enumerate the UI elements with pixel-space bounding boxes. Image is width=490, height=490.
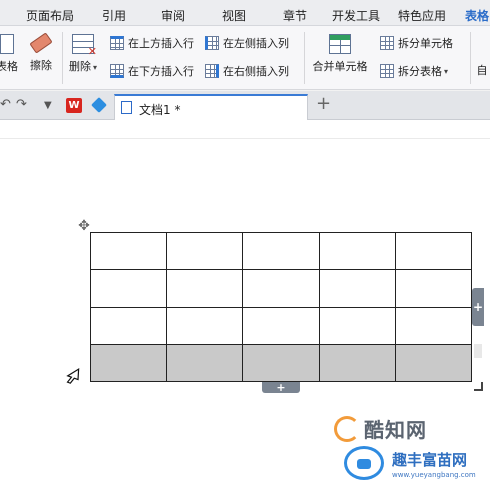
insert-row-above-label: 在上方插入行 xyxy=(128,37,194,50)
merge-cells-button[interactable]: 合并单元格 xyxy=(308,34,372,74)
watermark-site: 趣丰富苗网 www.yueyangbang.com xyxy=(344,446,476,480)
table-cell[interactable] xyxy=(394,306,473,345)
redo-icon[interactable]: ↷ xyxy=(16,97,27,112)
table-row xyxy=(89,269,473,308)
watermark-url: www.yueyangbang.com xyxy=(392,471,476,479)
table-cell[interactable] xyxy=(242,269,320,308)
table-cell[interactable] xyxy=(242,306,320,345)
add-column-button[interactable]: + xyxy=(472,288,484,326)
tab-table[interactable]: 表格 xyxy=(465,7,489,24)
ribbon-separator xyxy=(304,32,305,84)
add-row-button[interactable]: + xyxy=(262,382,300,393)
chevron-down-icon: ▾ xyxy=(444,66,449,76)
merge-cells-icon xyxy=(329,34,351,54)
insert-column-right-icon xyxy=(205,64,219,78)
autofit-label: 自 xyxy=(476,64,488,77)
table-cell[interactable] xyxy=(394,269,473,308)
table-cell[interactable] xyxy=(242,231,320,271)
insert-column-left-label: 在左侧插入列 xyxy=(223,37,289,50)
app-center-icon[interactable] xyxy=(91,97,107,113)
insert-column-left-button[interactable]: 在左侧插入列 xyxy=(205,35,289,51)
table-cell[interactable] xyxy=(166,306,244,345)
document-tab[interactable]: 文档1 * xyxy=(114,94,308,120)
table-edge-marker xyxy=(474,344,482,358)
kuzhi-logo-icon xyxy=(334,415,360,442)
split-table-label: 拆分表格 xyxy=(398,65,442,78)
table-cell-selected[interactable] xyxy=(394,343,473,383)
wps-logo-icon[interactable]: W xyxy=(66,98,82,113)
delete-label: 删除 xyxy=(68,60,91,73)
delete-button[interactable]: ✕ 删除 ▾ xyxy=(64,34,102,74)
table-cell[interactable] xyxy=(318,306,396,345)
ribbon-separator xyxy=(470,32,471,84)
table-cell-selected[interactable] xyxy=(166,343,244,383)
tab-page-layout[interactable]: 页面布局 xyxy=(26,7,74,24)
insert-column-right-button[interactable]: 在右侧插入列 xyxy=(205,63,289,79)
erase-button[interactable]: 擦除 xyxy=(26,32,56,73)
tab-chapter[interactable]: 章节 xyxy=(283,7,307,24)
quick-access-menu-icon[interactable]: ▼ xyxy=(44,100,52,111)
table-cell[interactable] xyxy=(166,231,244,271)
new-tab-button[interactable]: + xyxy=(316,93,331,114)
tab-view[interactable]: 视图 xyxy=(222,7,246,24)
watermark-kuzhi: 酷知网 xyxy=(334,414,427,443)
insert-row-above-icon xyxy=(110,36,124,50)
tab-references[interactable]: 引用 xyxy=(102,7,126,24)
tab-developer[interactable]: 开发工具 xyxy=(332,7,380,24)
tab-review[interactable]: 审阅 xyxy=(161,7,185,24)
document-table[interactable] xyxy=(89,231,473,383)
menu-bar: 页面布局 引用 审阅 视图 章节 开发工具 特色应用 表格 xyxy=(0,0,490,26)
document-tab-title: 文档1 * xyxy=(139,103,181,117)
table-cell[interactable] xyxy=(394,231,473,271)
tab-special-apps[interactable]: 特色应用 xyxy=(398,7,446,24)
site-logo-icon xyxy=(344,446,384,480)
draw-table-button[interactable]: 表格 xyxy=(0,34,22,74)
insert-row-below-label: 在下方插入行 xyxy=(128,65,194,78)
draw-table-label: 表格 xyxy=(0,60,18,73)
table-resize-handle-icon[interactable] xyxy=(474,382,483,391)
split-cells-label: 拆分单元格 xyxy=(398,37,453,50)
merge-cells-label: 合并单元格 xyxy=(312,60,368,73)
table-cell[interactable] xyxy=(318,231,396,271)
split-table-button[interactable]: 拆分表格 ▾ xyxy=(380,63,448,79)
document-icon xyxy=(121,101,132,114)
insert-column-right-label: 在右侧插入列 xyxy=(223,65,289,78)
table-cell[interactable] xyxy=(89,231,168,271)
chevron-down-icon: ▾ xyxy=(92,63,97,72)
erase-label: 擦除 xyxy=(30,59,52,72)
table-cell-selected[interactable] xyxy=(318,343,396,383)
table-row-selected xyxy=(89,343,473,383)
table-cell[interactable] xyxy=(89,306,168,345)
undo-icon[interactable]: ↶ xyxy=(0,97,11,112)
table-icon xyxy=(0,34,14,54)
ribbon-separator xyxy=(62,32,63,84)
mouse-cursor-icon xyxy=(66,368,80,384)
insert-row-below-icon xyxy=(110,64,124,78)
table-cell-selected[interactable] xyxy=(242,343,320,383)
insert-row-above-button[interactable]: 在上方插入行 xyxy=(110,35,194,51)
split-cells-button[interactable]: 拆分单元格 xyxy=(380,35,453,51)
table-cell[interactable] xyxy=(89,269,168,308)
table-row xyxy=(89,306,473,345)
delete-table-icon: ✕ xyxy=(72,34,97,57)
autofit-button[interactable]: 自 xyxy=(474,62,490,78)
watermark-text-1: 酷知网 xyxy=(364,418,427,442)
insert-row-below-button[interactable]: 在下方插入行 xyxy=(110,63,194,79)
table-cell[interactable] xyxy=(318,269,396,308)
ribbon-table-tools: 表格 擦除 ✕ 删除 ▾ 在上方插入行 在下方插入行 在左侧插入列 在右侧插入列 … xyxy=(0,26,490,115)
insert-column-left-icon xyxy=(205,36,219,50)
watermark-text-2: 趣丰富苗网 xyxy=(392,451,468,469)
eraser-icon xyxy=(29,32,53,54)
table-row xyxy=(89,231,473,271)
split-cells-icon xyxy=(380,36,394,50)
page-edge xyxy=(0,138,490,139)
document-tab-bar: ↶ ↷ ▼ W 文档1 * + xyxy=(0,91,490,120)
table-cell-selected[interactable] xyxy=(89,343,168,383)
split-table-icon xyxy=(380,64,394,78)
table-cell[interactable] xyxy=(166,269,244,308)
